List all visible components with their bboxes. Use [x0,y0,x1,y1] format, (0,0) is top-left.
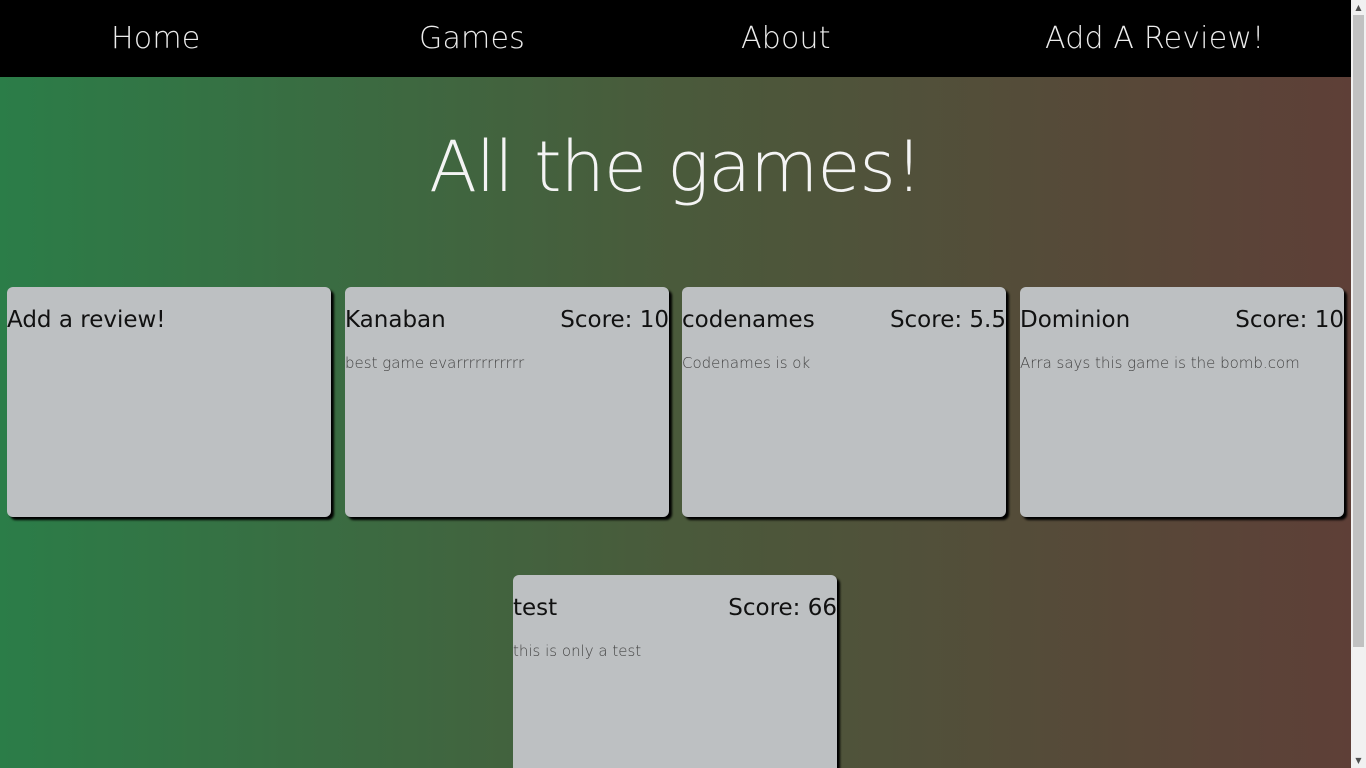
review-card-codenames[interactable]: codenames Score: 5.5 Codenames is ok [682,287,1006,517]
scroll-down-arrow-icon[interactable]: ▼ [1351,753,1366,768]
review-card-score: Score: 66 [728,595,837,621]
add-review-card-label: Add a review! [7,307,166,333]
review-card-name: test [513,595,558,621]
scroll-up-arrow-icon[interactable]: ▲ [1351,0,1366,15]
review-card-kanaban[interactable]: Kanaban Score: 10 best game evarrrrrrrrr… [345,287,669,517]
review-card-text: Arra says this game is the bomb.com [1020,354,1300,372]
review-card-name: Kanaban [345,307,446,333]
review-card-text: best game evarrrrrrrrrrr [345,354,525,372]
nav-games-link[interactable]: Games [419,0,525,77]
nav-home-link[interactable]: Home [111,0,200,77]
vertical-scrollbar[interactable]: ▲ ▼ [1351,0,1366,768]
nav-add-review-link[interactable]: Add A Review! [1045,0,1264,77]
review-card-dominion[interactable]: Dominion Score: 10 Arra says this game i… [1020,287,1344,517]
review-card-name: Dominion [1020,307,1131,333]
review-card-text: this is only a test [513,642,642,660]
review-card-score: Score: 10 [1235,307,1344,333]
nav-about-link[interactable]: About [741,0,831,77]
page-body: Home Games About Add A Review! All the g… [0,0,1351,768]
page-title: All the games! [429,126,923,208]
review-card-score: Score: 10 [560,307,669,333]
top-navbar: Home Games About Add A Review! [0,0,1351,77]
browser-viewport: Home Games About Add A Review! All the g… [0,0,1366,768]
scrollbar-thumb[interactable] [1353,15,1364,647]
review-card-score: Score: 5.5 [889,307,1006,333]
review-card-name: codenames [682,307,815,333]
add-review-card[interactable]: Add a review! [7,287,331,517]
review-card-text: Codenames is ok [682,354,811,372]
review-card-test[interactable]: test Score: 66 this is only a test [513,575,837,768]
